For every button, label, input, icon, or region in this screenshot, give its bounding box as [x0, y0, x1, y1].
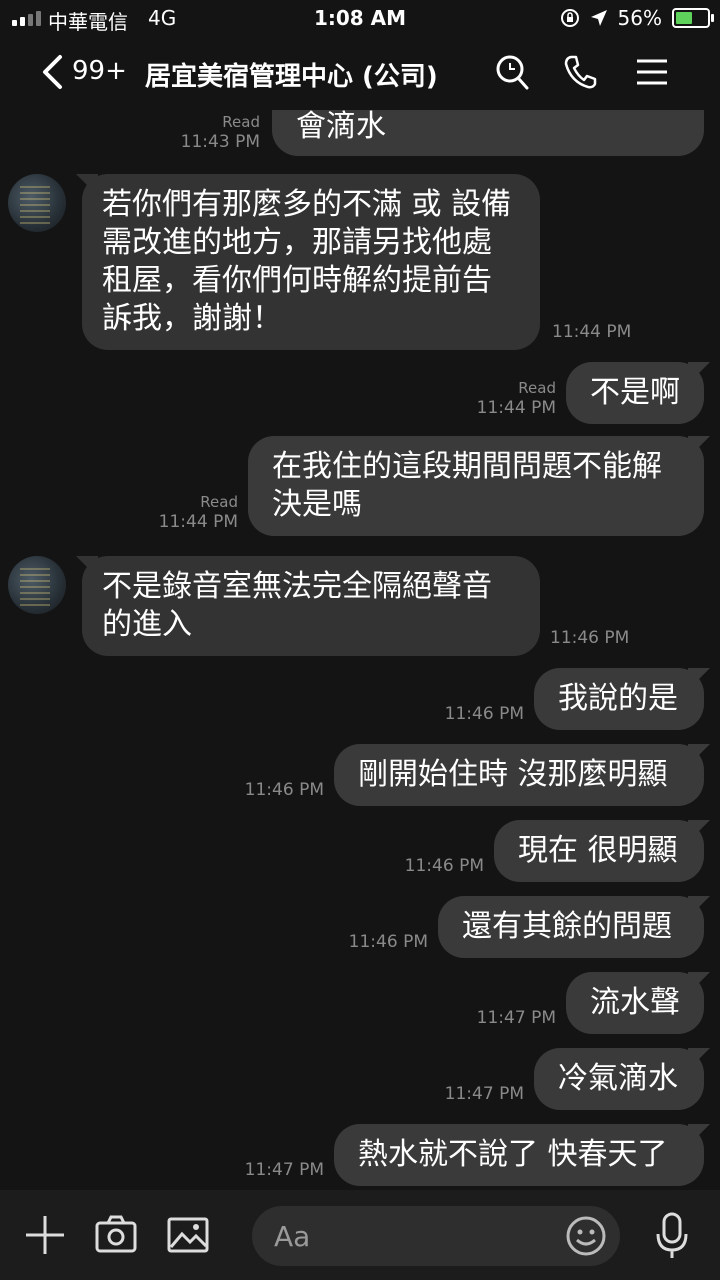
message-meta: 11:47 PM [445, 1084, 524, 1104]
message-time: 11:43 PM [180, 132, 260, 152]
message-bubble-outgoing[interactable]: 冷氣滴水 [534, 1048, 704, 1110]
message-time: 11:44 PM [476, 398, 556, 418]
message-time: 11:46 PM [348, 932, 428, 952]
message-bubble-outgoing[interactable]: 不是啊 [566, 362, 704, 424]
message-bubble-outgoing[interactable]: 熱水就不說了 快春天了 [334, 1124, 704, 1186]
location-icon [590, 10, 607, 26]
message-text: 流水聲 [590, 985, 680, 1020]
message-text: 會滴水 [296, 110, 386, 144]
message-meta: Read 11:43 PM [181, 112, 260, 152]
message-time: 11:44 PM [158, 512, 238, 532]
message-text: 冷氣滴水 [558, 1061, 678, 1096]
message-time: 11:47 PM [476, 1008, 556, 1028]
message-meta: 11:46 PM [405, 856, 484, 876]
message-bubble-incoming[interactable]: 不是錄音室無法完全隔絕聲音的進入 [82, 556, 540, 656]
battery-percent: 56% [617, 6, 662, 30]
read-receipt: Read [200, 493, 238, 511]
status-bar: 中華電信 4G 1:08 AM 56% [0, 0, 720, 36]
message-meta: 11:47 PM [477, 1008, 556, 1028]
chat-title[interactable]: 居宜美宿管理中心 (公司) [145, 56, 438, 93]
composer-bar: Aa [0, 1190, 720, 1280]
message-time: 11:46 PM [444, 704, 524, 724]
message-time: 11:46 PM [550, 628, 630, 648]
message-bubble-incoming[interactable]: 若你們有那麼多的不滿 或 設備需改進的地方，那請另找他處租屋，看你們何時解約提前… [82, 174, 540, 350]
phone-icon[interactable] [563, 54, 597, 90]
message-bubble-outgoing[interactable]: 在我住的這段期間問題不能解決是嗎 [248, 436, 704, 536]
message-bubble-outgoing[interactable]: 剛開始住時 沒那麼明顯 [334, 744, 704, 806]
plus-icon[interactable] [24, 1214, 66, 1256]
message-input-placeholder: Aa [274, 1220, 311, 1253]
message-text: 現在 很明顯 [518, 833, 678, 868]
message-meta: Read 11:44 PM [477, 378, 556, 418]
message-text: 還有其餘的問題 [462, 909, 672, 944]
message-text: 不是啊 [590, 375, 680, 410]
message-bubble-outgoing[interactable]: 現在 很明顯 [494, 820, 704, 882]
search-icon[interactable] [495, 54, 529, 90]
back-chevron-icon[interactable] [40, 54, 64, 90]
message-bubble-outgoing[interactable]: 會滴水 [272, 110, 704, 156]
message-time: 11:46 PM [404, 856, 484, 876]
message-bubble-outgoing[interactable]: 我說的是 [534, 668, 704, 730]
message-text: 熱水就不說了 快春天了 [358, 1137, 668, 1172]
battery-icon [672, 8, 714, 28]
message-bubble-outgoing[interactable]: 還有其餘的問題 [438, 896, 704, 958]
message-time: 11:44 PM [552, 322, 632, 342]
chat-header: 99+ 居宜美宿管理中心 (公司) [0, 36, 720, 110]
avatar[interactable] [8, 174, 66, 232]
read-receipt: Read [222, 113, 260, 131]
unread-count[interactable]: 99+ [72, 56, 127, 86]
screen-lock-icon [560, 9, 579, 27]
microphone-icon[interactable] [654, 1212, 690, 1260]
avatar[interactable] [8, 556, 66, 614]
message-list[interactable]: 會滴水 Read 11:43 PM 若你們有那麼多的不滿 或 設備需改進的地方，那… [0, 110, 720, 1190]
emoji-icon[interactable] [564, 1214, 608, 1258]
message-input[interactable]: Aa [252, 1206, 620, 1266]
message-meta: Read 11:44 PM [159, 492, 238, 532]
message-text: 若你們有那麼多的不滿 或 設備需改進的地方，那請另找他處租屋，看你們何時解約提前… [102, 187, 512, 336]
message-meta: 11:46 PM [349, 932, 428, 952]
message-time: 11:46 PM [244, 780, 324, 800]
image-icon[interactable] [166, 1214, 210, 1256]
message-text: 我說的是 [558, 681, 678, 716]
read-receipt: Read [518, 379, 556, 397]
message-time: 11:47 PM [244, 1160, 324, 1180]
message-time: 11:47 PM [444, 1084, 524, 1104]
message-meta: 11:46 PM [245, 780, 324, 800]
message-text: 剛開始住時 沒那麼明顯 [358, 757, 668, 792]
message-meta: 11:46 PM [445, 704, 524, 724]
message-meta: 11:47 PM [245, 1160, 324, 1180]
menu-icon[interactable] [636, 54, 668, 90]
message-bubble-outgoing[interactable]: 流水聲 [566, 972, 704, 1034]
camera-icon[interactable] [94, 1214, 138, 1256]
message-text: 在我住的這段期間問題不能解決是嗎 [272, 449, 662, 522]
message-text: 不是錄音室無法完全隔絕聲音的進入 [102, 569, 492, 642]
